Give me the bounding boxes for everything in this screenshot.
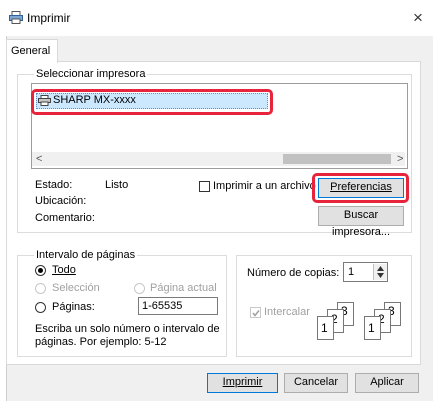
radio-pagina-actual[interactable] [134, 283, 145, 294]
highlight-preferences [312, 173, 409, 203]
scroll-right-icon[interactable]: > [397, 153, 403, 166]
highlight-printer [31, 89, 273, 115]
copies-label: Número de copias: [247, 267, 340, 279]
cancel-button-label: Cancelar [293, 376, 339, 388]
comment-label: Comentario: [35, 212, 95, 224]
printer-icon [9, 11, 23, 24]
collate-page-number: 1 [368, 321, 375, 335]
collate-page: 1 [317, 316, 334, 340]
check-icon [252, 310, 260, 317]
collate-label[interactable]: Intercalar [264, 306, 310, 319]
cancel-button[interactable]: Cancelar [284, 373, 348, 393]
page-range-hint-line2: páginas. Por ejemplo: 5-12 [35, 336, 167, 348]
radio-paginas[interactable] [35, 302, 46, 313]
status-label: Estado: [35, 179, 73, 191]
print-to-file-checkbox[interactable] [199, 181, 210, 192]
radio-paginas-label[interactable]: Páginas: [52, 301, 95, 314]
find-printer-button-label: Buscar impresora... [331, 209, 391, 238]
apply-button[interactable]: Aplicar [355, 373, 419, 393]
location-label: Ubicación: [35, 195, 87, 207]
print-button[interactable]: Imprimir [207, 373, 278, 393]
status-value: Listo [105, 179, 129, 191]
print-to-file-label[interactable]: Imprimir a un archivo [213, 180, 316, 193]
tab-general-label: General [11, 45, 51, 57]
copies-spin-button[interactable] [373, 264, 387, 280]
radio-seleccion[interactable] [35, 283, 46, 294]
pages-input[interactable]: 1-65535 [138, 297, 218, 315]
radio-todo[interactable] [35, 265, 46, 276]
collate-page-number: 1 [321, 321, 328, 335]
radio-pagina-actual-label[interactable]: Página actual [150, 282, 217, 295]
collate-checkbox[interactable] [250, 307, 261, 318]
horizontal-scrollbar[interactable]: < > [32, 152, 405, 166]
tab-general[interactable]: General [6, 39, 58, 63]
title-bar: Imprimir × [0, 0, 433, 36]
page-range-label: Intervalo de páginas [34, 249, 138, 262]
print-button-label: Imprimir [222, 376, 263, 388]
scrollbar-thumb[interactable] [283, 154, 391, 164]
apply-button-label: Aplicar [370, 376, 404, 388]
spin-up-icon[interactable] [377, 266, 384, 271]
pages-input-value: 1-65535 [142, 300, 183, 312]
copies-input[interactable]: 1 [343, 262, 388, 282]
radio-seleccion-label[interactable]: Selección [52, 282, 100, 295]
collate-page: 1 [364, 316, 381, 340]
copies-input-value: 1 [348, 266, 355, 278]
scroll-left-icon[interactable]: < [36, 153, 42, 166]
spin-down-icon[interactable] [377, 273, 384, 278]
window-title: Imprimir [27, 11, 71, 25]
printer-group-label: Seleccionar impresora [34, 68, 148, 81]
page-range-hint-line1: Escriba un solo número o intervalo de [35, 323, 220, 335]
radio-todo-label[interactable]: Todo [52, 264, 76, 277]
find-printer-button[interactable]: Buscar impresora... [318, 206, 404, 238]
close-icon[interactable]: × [413, 9, 423, 26]
